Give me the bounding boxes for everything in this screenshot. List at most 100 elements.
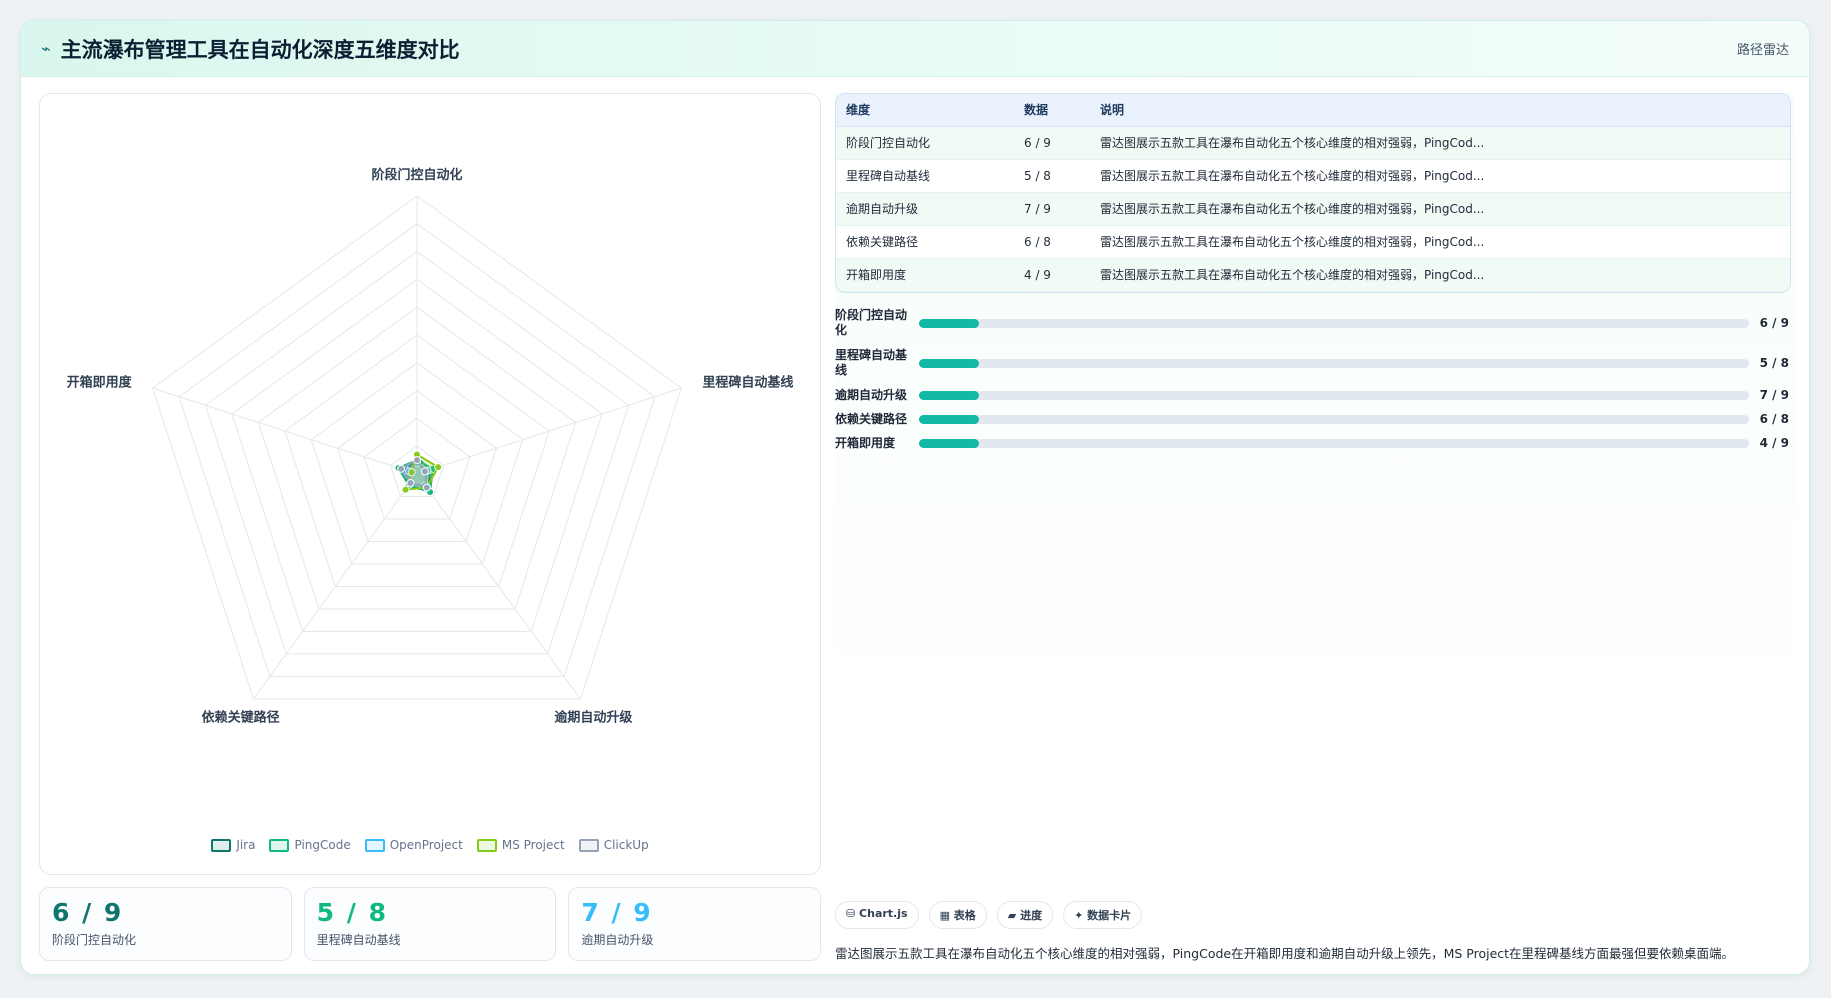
right-panel: 维度 数据 说明 阶段门控自动化 6 / 9 雷达图展示五款工具在瀑布自动化五个… [835, 93, 1795, 783]
legend-swatch [211, 838, 232, 852]
stat-card: 6 / 9 阶段门控自动化 [39, 887, 292, 961]
table-row[interactable]: 里程碑自动基线 5 / 8 雷达图展示五款工具在瀑布自动化五个核心维度的相对强弱… [836, 159, 1790, 193]
chip-data-card[interactable]: ✦ 数据卡片 [1063, 901, 1143, 929]
progress-fill [919, 358, 979, 368]
table-cell-description: 雷达图展示五款工具在瀑布自动化五个核心维度的相对强弱，PingCod... [1090, 126, 1790, 160]
progress-track [919, 438, 1749, 448]
progress-value: 4 / 9 [1759, 436, 1789, 450]
stat-value: 7 / 9 [581, 898, 653, 927]
radar-spoke [152, 387, 418, 475]
legend-item[interactable]: MS Project [476, 838, 565, 852]
radar-axis-label: 里程碑自动基线 [702, 374, 793, 390]
table-cell-data: 6 / 8 [1014, 225, 1090, 259]
chip-chartjs[interactable]: ⛁ Chart.js [835, 901, 919, 929]
radar-spoke [416, 387, 682, 475]
legend-label: PingCode [294, 838, 351, 852]
table-cell-description: 雷达图展示五款工具在瀑布自动化五个核心维度的相对强弱，PingCod... [1090, 225, 1790, 259]
table-row[interactable]: 逾期自动升级 7 / 9 雷达图展示五款工具在瀑布自动化五个核心维度的相对强弱，… [836, 192, 1790, 226]
header-tag[interactable]: 路径雷达 [1737, 39, 1789, 58]
progress-fill [919, 318, 979, 328]
radar-series-point [406, 478, 415, 487]
summary-text: 雷达图展示五款工具在瀑布自动化五个核心维度的相对强弱，PingCode在开箱即用… [835, 946, 1735, 961]
stat-value: 6 / 9 [52, 898, 124, 927]
table-row[interactable]: 阶段门控自动化 6 / 9 雷达图展示五款工具在瀑布自动化五个核心维度的相对强弱… [836, 126, 1790, 160]
radar-chart-card: 阶段门控自动化 里程碑自动基线 逾期自动升级 依赖关键路径 开箱即用度 Jira Ping… [39, 93, 821, 875]
page-title: 主流瀑布管理工具在自动化深度五维度对比 [60, 37, 460, 62]
radar-axis-label: 阶段门控自动化 [371, 167, 462, 183]
progress-bars: 阶段门控自动化 6 / 9 里程碑自动基线 5 / 8 逾期自动升级 7 / 9… [835, 303, 1791, 455]
radar-axis-label: 开箱即用度 [67, 374, 133, 390]
stat-value: 5 / 8 [316, 898, 388, 927]
header-bar: ⌁ 主流瀑布管理工具在自动化深度五维度对比 路径雷达 [21, 21, 1809, 77]
table-row[interactable]: 开箱即用度 4 / 9 雷达图展示五款工具在瀑布自动化五个核心维度的相对强弱，P… [836, 258, 1790, 292]
radar-chart: 阶段门控自动化里程碑自动基线逾期自动升级 依赖关键路径 开箱即用度 [67, 167, 794, 726]
legend-label: OpenProject [389, 838, 463, 852]
column-header-data[interactable]: 数据 [1014, 94, 1090, 127]
chip-progress[interactable]: ▰ 进度 [996, 901, 1054, 929]
radar-series-point [397, 464, 406, 473]
stat-label: 里程碑自动基线 [316, 933, 401, 947]
column-header-description[interactable]: 说明 [1090, 94, 1790, 127]
progress-row: 逾期自动升级 7 / 9 [835, 383, 1791, 407]
radar-series-point [422, 483, 431, 492]
radar-axis-label: 依赖关键路径 [202, 710, 280, 726]
progress-label: 开箱即用度 [835, 435, 896, 450]
progress-label: 依赖关键路径 [835, 411, 908, 426]
legend-label: MS Project [501, 838, 565, 852]
progress-fill [919, 438, 979, 448]
progress-fill [919, 414, 979, 424]
column-header-dimension[interactable]: 维度 [836, 94, 1014, 127]
table-cell-data: 5 / 8 [1014, 159, 1090, 193]
stat-label: 阶段门控自动化 [52, 933, 137, 947]
progress-value: 6 / 8 [1759, 412, 1789, 426]
progress-row: 阶段门控自动化 6 / 9 [835, 303, 1791, 343]
legend-item[interactable]: ClickUp [578, 838, 649, 852]
legend-item[interactable]: Jira [211, 838, 255, 852]
table-cell-description: 雷达图展示五款工具在瀑布自动化五个核心维度的相对强弱，PingCod... [1090, 159, 1790, 193]
data-table: 维度 数据 说明 阶段门控自动化 6 / 9 雷达图展示五款工具在瀑布自动化五个… [835, 93, 1791, 293]
radar-series-point [434, 463, 443, 472]
dashboard-card: ⌁ 主流瀑布管理工具在自动化深度五维度对比 路径雷达 阶段门控自动化 里程碑自动基… [20, 20, 1810, 975]
progress-value: 5 / 8 [1759, 356, 1789, 370]
progress-value: 6 / 9 [1759, 316, 1789, 330]
progress-label: 逾期自动升级 [835, 387, 908, 402]
progress-value: 7 / 9 [1759, 388, 1789, 402]
chart-line-icon: ⌁ [41, 39, 51, 58]
progress-row: 开箱即用度 4 / 9 [835, 431, 1791, 455]
table-cell-data: 6 / 9 [1014, 126, 1090, 160]
legend-label: Jira [236, 838, 256, 852]
progress-track [919, 358, 1749, 368]
table-cell-data: 7 / 9 [1014, 192, 1090, 226]
progress-track [919, 390, 1749, 400]
legend-swatch [476, 838, 497, 852]
stat-label: 逾期自动升级 [581, 933, 654, 947]
legend-swatch [364, 838, 385, 852]
table-cell-description: 雷达图展示五款工具在瀑布自动化五个核心维度的相对强弱，PingCod... [1090, 192, 1790, 226]
legend-swatch [269, 838, 290, 852]
feature-chips: ⛁ Chart.js ▦ 表格 ▰ 进度 ✦ 数据卡片 [835, 901, 1143, 929]
chart-legend: Jira PingCode OpenProject MS Project ClickUp [40, 838, 820, 852]
legend-item[interactable]: PingCode [269, 838, 351, 852]
table-cell-dimension: 逾期自动升级 [836, 192, 1014, 226]
progress-row: 里程碑自动基线 5 / 8 [835, 343, 1791, 383]
progress-fill [919, 390, 979, 400]
table-cell-description: 雷达图展示五款工具在瀑布自动化五个核心维度的相对强弱，PingCod... [1090, 258, 1790, 292]
legend-swatch [578, 838, 599, 852]
progress-track [919, 414, 1749, 424]
table-cell-dimension: 阶段门控自动化 [836, 126, 1014, 160]
stat-cards: 6 / 9 阶段门控自动化 5 / 8 里程碑自动基线 7 / 9 逾期自动升级 [39, 887, 822, 961]
table-header-row: 维度 数据 说明 [836, 94, 1790, 127]
progress-label: 阶段门控自动化 [835, 308, 908, 337]
progress-label: 里程碑自动基线 [835, 348, 908, 377]
table-cell-dimension: 里程碑自动基线 [836, 159, 1014, 193]
table-row[interactable]: 依赖关键路径 6 / 8 雷达图展示五款工具在瀑布自动化五个核心维度的相对强弱，… [836, 225, 1790, 259]
radar-series-point [401, 485, 410, 494]
legend-item[interactable]: OpenProject [364, 838, 463, 852]
progress-row: 依赖关键路径 6 / 8 [835, 407, 1791, 431]
stat-card: 5 / 8 里程碑自动基线 [303, 887, 557, 961]
progress-track [919, 318, 1749, 328]
radar-series-point [413, 456, 421, 465]
radar-series-point [420, 467, 429, 476]
chip-table[interactable]: ▦ 表格 [928, 901, 987, 929]
stat-card: 7 / 9 逾期自动升级 [568, 887, 822, 961]
